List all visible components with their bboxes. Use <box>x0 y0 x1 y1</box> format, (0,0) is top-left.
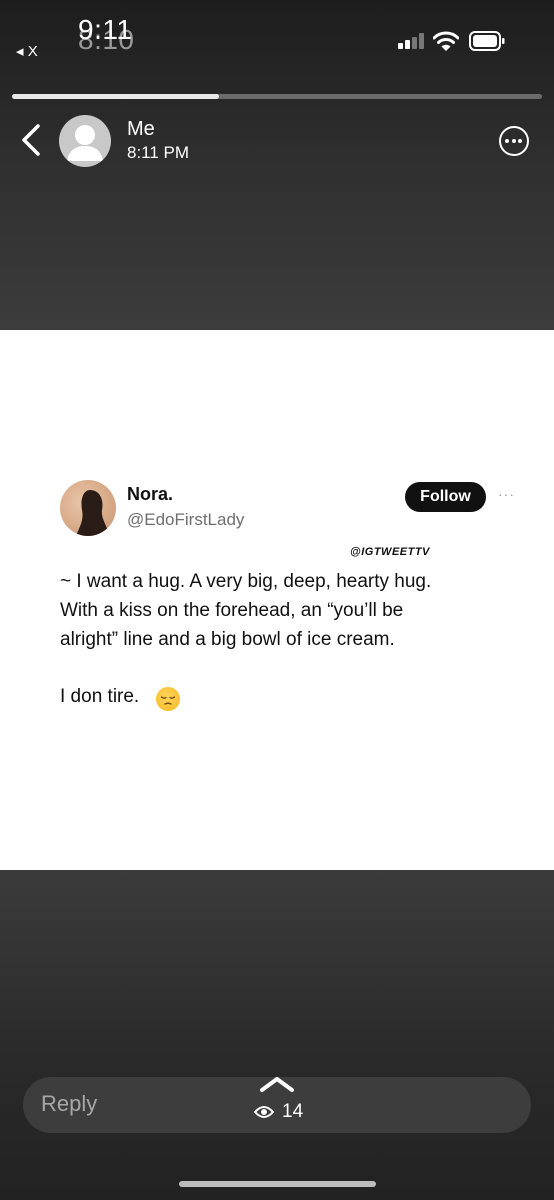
tweet-author-handle: @EdoFirstLady <box>127 510 245 529</box>
tweet-line: alright” line and a big bowl of ice crea… <box>60 629 395 650</box>
story-image: Nora. @EdoFirstLady Follow ··· @IGTWEETT… <box>0 330 554 870</box>
status-bar: 8:10 9:11 ◂ X <box>0 0 554 80</box>
default-avatar-icon <box>67 125 103 161</box>
more-icon[interactable] <box>499 126 529 156</box>
tweet-author-name: Nora. <box>127 484 174 504</box>
profile-photo-icon <box>76 490 110 536</box>
signal-icon <box>398 33 428 49</box>
view-count[interactable]: 14 <box>282 1101 303 1123</box>
tweet-last-line: I don tire. <box>60 686 140 707</box>
status-time: 9:11 <box>78 14 133 45</box>
post-time: 8:11 PM <box>127 143 190 162</box>
poster-name[interactable]: Me <box>127 118 155 141</box>
tweet-avatar <box>60 480 116 536</box>
reply-placeholder[interactable]: Reply <box>41 1091 97 1117</box>
story-progress-fill <box>12 94 219 99</box>
avatar[interactable] <box>59 115 111 167</box>
tweet-line: ~ I want a hug. A very big, deep, hearty… <box>60 571 432 592</box>
eye-icon[interactable] <box>254 1104 274 1120</box>
pensive-face-emoji <box>156 687 180 711</box>
watermark: @IGTWEETTV <box>350 546 430 558</box>
home-indicator[interactable] <box>179 1181 376 1187</box>
story-progress-bar <box>12 94 542 99</box>
follow-button: Follow <box>405 482 486 512</box>
battery-icon <box>469 31 505 51</box>
tweet-line: With a kiss on the forehead, an “you’ll … <box>60 600 404 621</box>
back-to-app-link[interactable]: ◂ X <box>16 42 38 60</box>
chevron-up-icon[interactable] <box>258 1074 296 1094</box>
back-chevron-icon[interactable] <box>18 122 44 158</box>
wifi-icon <box>433 31 459 51</box>
tweet-text: ~ I want a hug. A very big, deep, hearty… <box>60 567 480 654</box>
tweet-more-icon: ··· <box>498 486 515 502</box>
